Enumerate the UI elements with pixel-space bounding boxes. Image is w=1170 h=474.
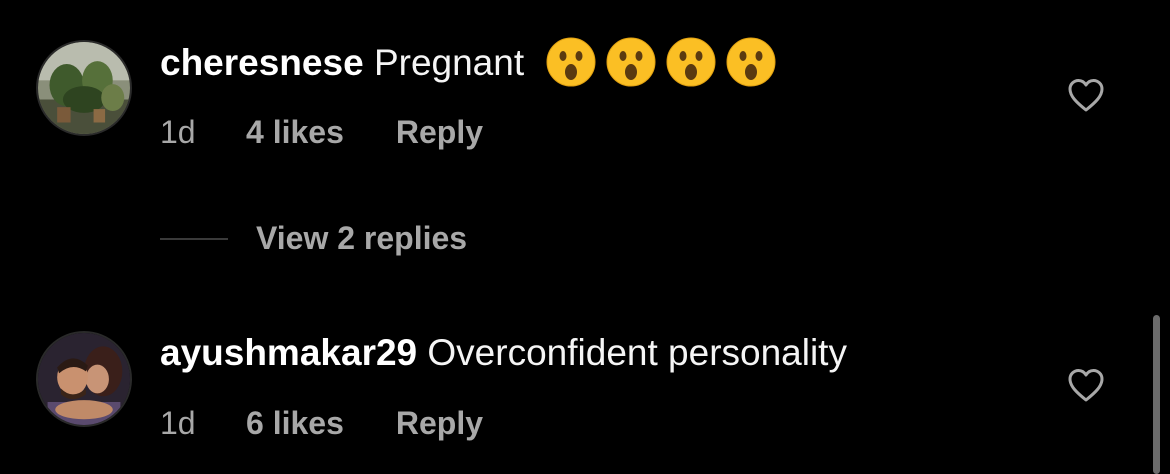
comment-text-line: cheresnese Pregnant <box>160 37 786 90</box>
like-heart-icon[interactable] <box>1066 366 1106 406</box>
comment-timestamp: 1d <box>160 114 196 150</box>
comment-body: Pregnant <box>373 41 525 83</box>
astonished-face-icon <box>546 37 596 87</box>
comment-meta: 1d 4 likes Reply <box>160 112 483 152</box>
comment-meta: 1d 6 likes Reply <box>160 403 483 443</box>
comment-likes-count[interactable]: 6 likes <box>246 403 344 443</box>
scrollbar[interactable] <box>1153 315 1160 474</box>
comment-item: cheresnese Pregnant 1d 4 likes Reply Vie… <box>0 0 1170 256</box>
avatar-image <box>38 333 130 425</box>
comment-timestamp: 1d <box>160 405 196 441</box>
astonished-face-icon <box>726 37 776 87</box>
avatar-image <box>38 42 130 134</box>
comment-username[interactable]: ayushmakar29 <box>160 332 417 373</box>
comments-screen: cheresnese Pregnant 1d 4 likes Reply Vie… <box>0 0 1170 474</box>
comment-item: ayushmakar29 Overconfident personality 1… <box>0 300 1170 474</box>
avatar[interactable] <box>36 331 132 427</box>
reply-button[interactable]: Reply <box>396 112 483 152</box>
reply-button[interactable]: Reply <box>396 403 483 443</box>
astonished-face-icon <box>606 37 656 87</box>
avatar[interactable] <box>36 40 132 136</box>
emoji-group <box>546 37 786 87</box>
replies-divider-line <box>160 237 228 240</box>
comment-username[interactable]: cheresnese <box>160 42 364 83</box>
astonished-face-icon <box>666 37 716 87</box>
like-heart-icon[interactable] <box>1066 76 1106 116</box>
comment-text-line: ayushmakar29 Overconfident personality <box>160 331 847 375</box>
view-replies-button[interactable]: View 2 replies <box>160 220 467 264</box>
comment-likes-count[interactable]: 4 likes <box>246 112 344 152</box>
comment-body: Overconfident personality <box>427 332 847 373</box>
view-replies-label: View 2 replies <box>256 220 468 256</box>
